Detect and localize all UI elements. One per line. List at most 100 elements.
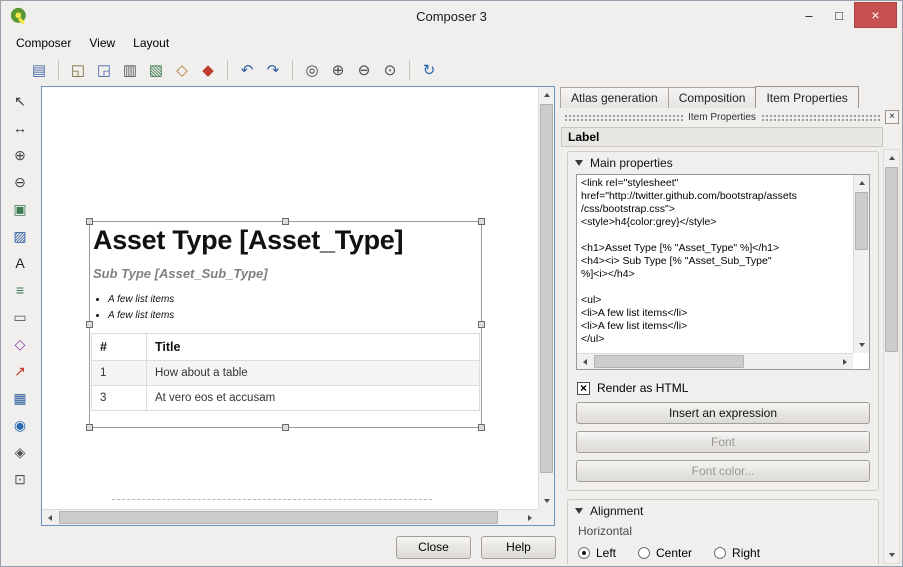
load-from-template-icon[interactable]: ◱ [66,58,90,82]
menu-view[interactable]: View [80,33,124,53]
label-html-editor: <link rel="stylesheet" href="http://twit… [576,174,870,370]
help-button[interactable]: Help [481,536,556,559]
add-html-icon[interactable]: ◉ [7,413,33,437]
add-image-icon[interactable]: ▨ [7,224,33,248]
add-arrow-icon[interactable]: ↗ [7,359,33,383]
selection-handle[interactable] [86,218,93,225]
zoom-out-tool-icon[interactable]: ⊖ [7,170,33,194]
selected-label-item[interactable]: Asset Type [Asset_Type] Sub Type [Asset_… [89,221,482,428]
add-scalebar-icon[interactable]: ▭ [7,305,33,329]
dock-title: Item Properties [688,112,756,123]
selection-handle[interactable] [478,218,485,225]
dock-close-icon[interactable]: × [885,110,899,124]
export-pdf-icon[interactable]: ◆ [196,58,220,82]
group-title-label: Alignment [590,504,643,518]
scrollbar-thumb[interactable] [855,192,868,250]
selection-handle[interactable] [86,321,93,328]
close-button[interactable]: × [854,2,897,28]
alignment-collapse[interactable]: Alignment [575,504,643,518]
maximize-button[interactable]: □ [824,2,854,28]
scroll-up-icon[interactable] [854,175,870,191]
scrollbar-thumb[interactable] [885,167,898,352]
toolbar-separator [292,60,293,80]
scroll-down-icon[interactable] [884,547,900,563]
menu-layout[interactable]: Layout [124,33,178,53]
minimize-button[interactable]: – [794,2,824,28]
zoom-in-tool-icon[interactable]: ⊕ [7,143,33,167]
toolbar-separator [58,60,59,80]
label-html-source[interactable]: <link rel="stylesheet" href="http://twit… [581,177,850,351]
render-as-html-row: × Render as HTML [577,381,869,395]
scrollbar-corner [538,509,554,525]
zoom-actual-icon[interactable]: ⊙ [378,58,402,82]
zoom-full-icon[interactable]: ◎ [300,58,324,82]
render-as-html-checkbox[interactable]: × [577,382,590,395]
insert-expression-button[interactable]: Insert an expression [576,402,870,424]
label-subheading: Sub Type [Asset_Sub_Type] [93,266,480,281]
zoom-in-icon[interactable]: ⊕ [326,58,350,82]
save-as-template-icon[interactable]: ◲ [92,58,116,82]
table-row: 1 How about a table [92,361,480,386]
horizontal-label: Horizontal [578,524,870,538]
titlebar: Composer 3 – □ × [1,1,902,31]
list-item: A few list items [108,292,480,308]
add-shape-icon[interactable]: ◇ [7,332,33,356]
export-image-icon[interactable]: ▧ [144,58,168,82]
scroll-left-icon[interactable] [42,510,58,526]
canvas-horizontal-scrollbar [42,509,538,525]
radio-right[interactable] [714,547,726,559]
tab-atlas-generation[interactable]: Atlas generation [560,87,669,108]
table-header-row: # Title [92,334,480,361]
add-map-icon[interactable]: ▣ [7,197,33,221]
composition-page[interactable]: Asset Type [Asset_Type] Sub Type [Asset_… [42,87,538,509]
scroll-down-icon[interactable] [539,493,555,509]
radio-left[interactable] [578,547,590,559]
scroll-right-icon[interactable] [837,354,853,370]
dialog-footer: Close Help [41,536,556,559]
selection-handle[interactable] [282,218,289,225]
redo-icon[interactable]: ↷ [261,58,285,82]
tab-item-properties[interactable]: Item Properties [755,86,858,108]
scrollbar-thumb[interactable] [594,355,744,368]
zoom-out-icon[interactable]: ⊖ [352,58,376,82]
scroll-down-icon[interactable] [854,337,870,353]
selection-handle[interactable] [86,424,93,431]
table-header-cell: # [92,334,147,361]
item-properties-panel: Main properties <link rel="stylesheet" h… [561,149,881,564]
refresh-view-icon[interactable]: ↻ [417,58,441,82]
item-toolbox: ↖ ↔ ⊕ ⊖ ▣ ▨ A ≡ ▭ ◇ ↗ ▦ ◉ ◈ ⊡ [1,89,39,566]
item-type-header: Label [561,127,883,147]
close-dialog-button[interactable]: Close [396,536,471,559]
menu-composer[interactable]: Composer [7,33,80,53]
main-properties-collapse[interactable]: Main properties [575,156,673,170]
group-items-icon[interactable]: ◈ [7,440,33,464]
toolbar-separator [409,60,410,80]
scroll-right-icon[interactable] [522,510,538,526]
scroll-up-icon[interactable] [539,87,555,103]
undo-icon[interactable]: ↶ [235,58,259,82]
table-header-cell: Title [147,334,480,361]
add-table-icon[interactable]: ▦ [7,386,33,410]
scroll-up-icon[interactable] [884,150,900,166]
move-item-content-icon[interactable]: ↔ [7,116,33,140]
print-icon[interactable]: ▥ [118,58,142,82]
scrollbar-thumb[interactable] [540,104,553,473]
scroll-left-icon[interactable] [577,354,593,370]
save-project-icon[interactable]: ▤ [27,58,51,82]
panel-vertical-scrollbar [883,149,900,564]
export-svg-icon[interactable]: ◇ [170,58,194,82]
select-move-item-icon[interactable]: ↖ [7,89,33,113]
selection-handle[interactable] [478,321,485,328]
tab-composition[interactable]: Composition [668,87,757,108]
editor-vertical-scrollbar [853,175,869,353]
selection-handle[interactable] [282,424,289,431]
add-legend-icon[interactable]: ≡ [7,278,33,302]
add-label-icon[interactable]: A [7,251,33,275]
collapse-arrow-icon [575,508,583,514]
selection-handle[interactable] [478,424,485,431]
scrollbar-thumb[interactable] [59,511,498,524]
lock-items-icon[interactable]: ⊡ [7,467,33,491]
radio-center[interactable] [638,547,650,559]
canvas-vertical-scrollbar [538,87,554,509]
table-cell: 1 [92,361,147,386]
